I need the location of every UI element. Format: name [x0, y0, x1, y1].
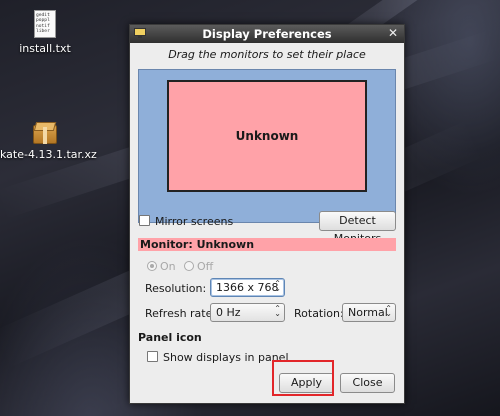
mirror-screens-checkbox[interactable]: Mirror screens — [139, 215, 233, 228]
instructions-text: Drag the monitors to set their place — [168, 48, 366, 61]
spin-arrows-icon: ⌃ ⌄ — [274, 279, 281, 293]
desktop-icon-label: kate-4.13.1.tar.xz — [0, 148, 97, 161]
radio-on-indicator — [147, 261, 157, 271]
display-app-icon — [134, 28, 146, 38]
power-off-radio[interactable]: Off — [184, 260, 213, 273]
spin-arrows-icon: ⌃ ⌄ — [274, 304, 281, 318]
monitor-unknown[interactable]: Unknown — [167, 80, 367, 192]
refresh-rate-label: Refresh rate: — [145, 307, 217, 320]
detect-monitors-button[interactable]: Detect Monitors — [319, 211, 396, 245]
panel-icon-heading: Panel icon — [138, 331, 202, 344]
close-button[interactable]: Close — [340, 373, 395, 393]
apply-highlight-box — [272, 360, 334, 396]
show-displays-label: Show displays in panel — [163, 351, 289, 364]
desktop-icon-install-txt[interactable]: gedit poppl notif liber install.txt — [0, 10, 90, 55]
window-titlebar[interactable]: Display Preferences ✕ — [130, 25, 404, 43]
archive-icon — [33, 122, 57, 144]
radio-off-indicator — [184, 261, 194, 271]
show-displays-checkbox[interactable]: Show displays in panel — [147, 351, 289, 364]
desktop-icon-kate-archive[interactable]: kate-4.13.1.tar.xz — [0, 120, 97, 161]
power-on-radio[interactable]: On — [147, 260, 176, 273]
monitor-arrangement-area: Unknown — [138, 69, 396, 223]
rotation-select[interactable]: Normal ⌃ ⌄ — [342, 303, 396, 322]
desktop-icon-label: install.txt — [19, 42, 71, 55]
resolution-label: Resolution: — [145, 282, 207, 295]
mirror-label: Mirror screens — [155, 215, 234, 228]
mirror-checkbox-box[interactable] — [139, 215, 150, 226]
monitor-label: Unknown — [235, 129, 299, 143]
resolution-select[interactable]: 1366 x 768 ⌃ ⌄ — [210, 278, 285, 297]
display-preferences-window: Display Preferences ✕ Drag the monitors … — [129, 24, 405, 404]
refresh-rate-select[interactable]: 0 Hz ⌃ ⌄ — [210, 303, 285, 322]
rotation-label: Rotation: — [294, 307, 344, 320]
spin-arrows-icon: ⌃ ⌄ — [385, 304, 392, 318]
text-file-icon: gedit poppl notif liber — [34, 10, 56, 38]
window-title: Display Preferences — [202, 27, 332, 41]
monitor-heading: Monitor: Unknown — [138, 238, 396, 251]
close-icon[interactable]: ✕ — [386, 27, 400, 41]
show-displays-checkbox-box[interactable] — [147, 351, 158, 362]
